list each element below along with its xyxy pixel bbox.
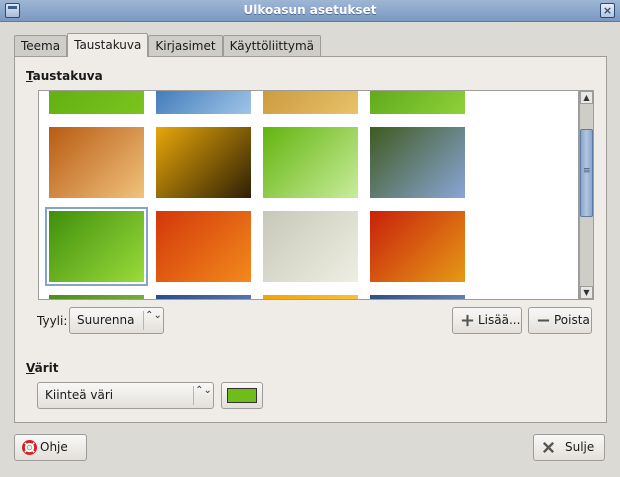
wallpaper-thumb-yellow-flower[interactable]	[156, 127, 251, 198]
tab-bar: Teema Taustakuva Kirjasimet Käyttöliitty…	[14, 33, 321, 57]
wallpaper-thumb-green-partial[interactable]	[49, 295, 144, 299]
remove-wallpaper-label: Poista	[554, 313, 590, 327]
remove-wallpaper-button[interactable]: Poista	[528, 307, 592, 334]
combo-arrows-icon: ⌃⌄	[193, 386, 213, 405]
wallpaper-thumb-golden-grass[interactable]	[263, 91, 358, 114]
background-section-heading: Taustakuva	[26, 69, 103, 83]
colors-heading-mnemonic: V	[26, 361, 35, 375]
wallpaper-thumb-blue-flowers[interactable]	[370, 127, 465, 198]
wallpaper-thumb-dandelion-seed[interactable]	[49, 127, 144, 198]
colors-section-heading: Värit	[26, 361, 59, 375]
color-picker-button[interactable]	[221, 382, 263, 409]
style-combo-value: Suurenna	[77, 313, 135, 327]
minus-icon	[537, 319, 550, 322]
add-wallpaper-label: Lisää...	[478, 313, 521, 327]
scroll-up-button[interactable]: ▲	[580, 91, 593, 104]
wallpaper-gallery[interactable]	[38, 90, 579, 300]
wallpaper-thumb-steel-partial[interactable]	[370, 295, 465, 299]
window-title: Ulkoasun asetukset	[243, 3, 377, 17]
window-close-button[interactable]: ×	[600, 3, 615, 18]
tab-teema[interactable]: Teema	[14, 35, 68, 57]
plus-icon	[461, 314, 474, 327]
wallpaper-thumb-blue-partial[interactable]	[156, 295, 251, 299]
close-button[interactable]: Sulje	[533, 434, 605, 461]
tab-kayttoliittyma[interactable]: Käyttöliittymä	[222, 35, 321, 57]
wallpaper-thumb-red-marigold[interactable]	[370, 211, 465, 282]
wallpaper-thumb-green-leaf[interactable]	[45, 207, 148, 286]
background-heading-mnemonic: T	[26, 69, 33, 83]
lifebuoy-icon	[22, 440, 37, 455]
close-label: Sulje	[565, 440, 595, 454]
close-icon	[542, 441, 555, 454]
window-titlebar: Ulkoasun asetukset ×	[0, 0, 620, 22]
wallpaper-thumb-pale-wood[interactable]	[263, 211, 358, 282]
gallery-scrollbar[interactable]: ▲ ▼	[579, 90, 594, 300]
scroll-thumb[interactable]	[580, 129, 593, 217]
tab-kirjasimet[interactable]: Kirjasimet	[148, 35, 223, 57]
color-mode-value: Kiinteä väri	[45, 388, 114, 402]
wallpaper-thumb-green-leaf-stripes[interactable]	[370, 91, 465, 114]
wallpaper-thumb-green-abstract[interactable]	[49, 91, 144, 114]
style-combo[interactable]: Suurenna ⌃⌄	[69, 307, 164, 334]
style-label: Tyyli:	[37, 314, 68, 328]
wallpaper-thumb-blue-waves[interactable]	[156, 91, 251, 114]
help-label: Ohje	[40, 440, 68, 454]
tab-taustakuva[interactable]: Taustakuva	[67, 33, 149, 57]
background-heading-rest: austakuva	[32, 69, 103, 83]
colors-heading-rest: ärit	[34, 361, 59, 375]
color-mode-combo[interactable]: Kiinteä väri ⌃⌄	[37, 382, 214, 409]
scroll-down-button[interactable]: ▼	[580, 286, 593, 299]
wallpaper-thumb-orange-partial[interactable]	[263, 295, 358, 299]
color-swatch	[227, 388, 257, 403]
wallpaper-thumb-orange-flower[interactable]	[156, 211, 251, 282]
add-wallpaper-button[interactable]: Lisää...	[452, 307, 522, 334]
wallpaper-thumb-green-ribbon[interactable]	[263, 127, 358, 198]
help-button[interactable]: Ohje	[14, 434, 87, 461]
combo-arrows-icon: ⌃⌄	[143, 311, 163, 330]
